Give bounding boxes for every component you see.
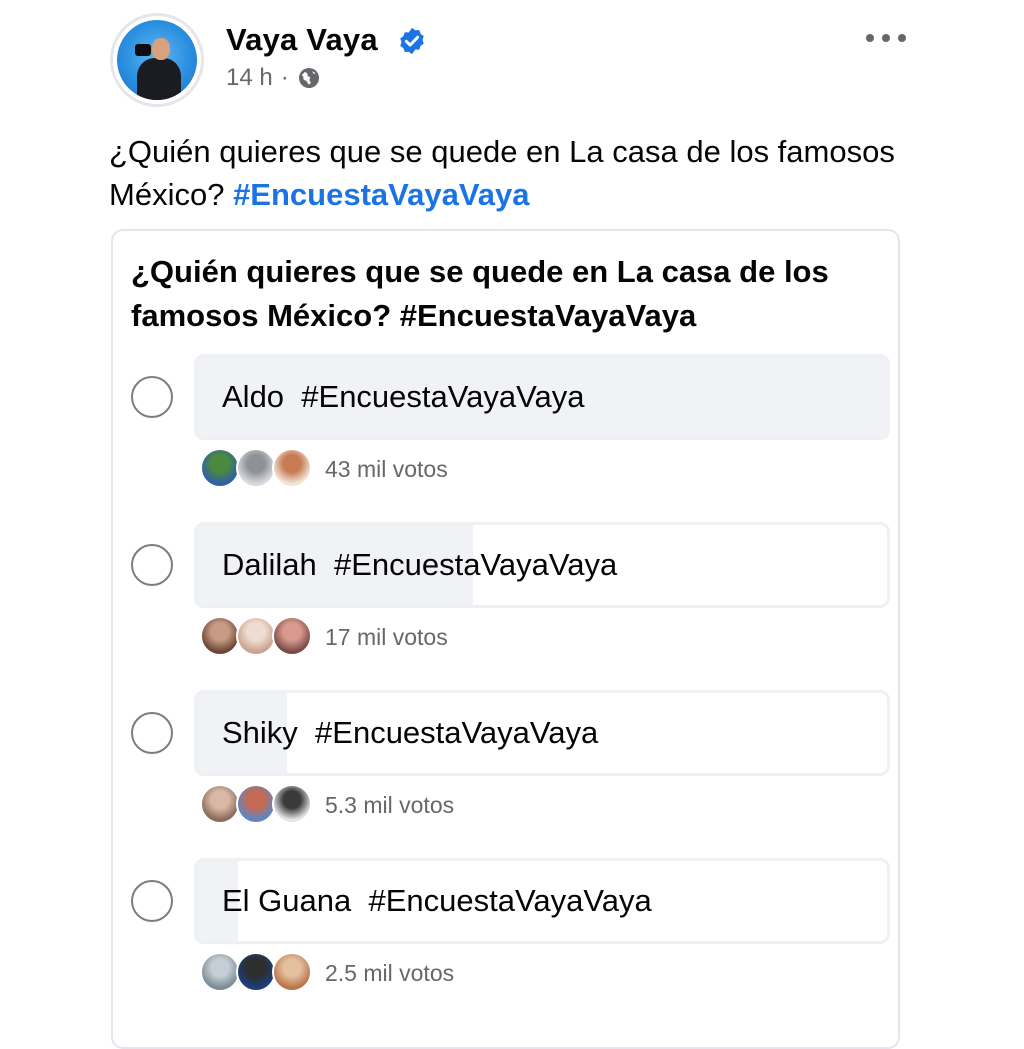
voter-avatar xyxy=(236,616,276,656)
voter-avatar xyxy=(200,616,240,656)
voter-avatar xyxy=(236,952,276,992)
meta-separator: · xyxy=(280,64,289,91)
poll-option-bar[interactable]: Dalilah #EncuestaVayaVaya xyxy=(194,522,890,608)
globe-icon xyxy=(298,68,319,88)
more-options-icon[interactable] xyxy=(866,26,906,50)
poll-option-label: Shiky #EncuestaVayaVaya xyxy=(222,715,599,750)
poll-option-bar[interactable]: Aldo #EncuestaVayaVaya xyxy=(194,354,890,440)
radio-button-icon[interactable] xyxy=(131,880,173,922)
radio-button-icon[interactable] xyxy=(131,376,173,418)
post-hashtag-link[interactable]: #EncuestaVayaVaya xyxy=(233,177,529,212)
avatar-image xyxy=(117,20,197,100)
post-meta: 14 h · xyxy=(226,64,321,92)
vote-count[interactable]: 43 mil votos xyxy=(325,456,448,483)
vote-count[interactable]: 17 mil votos xyxy=(325,624,448,651)
verified-badge-icon xyxy=(400,27,424,55)
post-time[interactable]: 14 h xyxy=(226,64,273,92)
voter-avatar xyxy=(200,952,240,992)
voter-avatar xyxy=(200,448,240,488)
voter-avatars[interactable] xyxy=(200,784,312,824)
post-text: ¿Quién quieres que se quede en La casa d… xyxy=(109,130,899,216)
profile-avatar[interactable] xyxy=(110,13,204,107)
voter-avatar xyxy=(272,448,312,488)
poll-option-label: Aldo #EncuestaVayaVaya xyxy=(222,379,585,414)
voter-avatar xyxy=(272,952,312,992)
poll-option-bar[interactable]: Shiky #EncuestaVayaVaya xyxy=(194,690,890,776)
poll-option-bar[interactable]: El Guana #EncuestaVayaVaya xyxy=(194,858,890,944)
voter-avatar xyxy=(272,616,312,656)
radio-button-icon[interactable] xyxy=(131,712,173,754)
voter-avatars[interactable] xyxy=(200,616,312,656)
voter-avatar xyxy=(236,784,276,824)
poll-question: ¿Quién quieres que se quede en La casa d… xyxy=(131,254,829,333)
voter-avatars[interactable] xyxy=(200,952,312,992)
voter-avatar xyxy=(272,784,312,824)
author-name[interactable]: Vaya Vaya xyxy=(226,22,378,58)
vote-count[interactable]: 5.3 mil votos xyxy=(325,792,454,819)
voter-avatars[interactable] xyxy=(200,448,312,488)
radio-button-icon[interactable] xyxy=(131,544,173,586)
voter-avatar xyxy=(200,784,240,824)
poll-option-label: Dalilah #EncuestaVayaVaya xyxy=(222,547,618,582)
poll-option-label: El Guana #EncuestaVayaVaya xyxy=(222,883,652,918)
vote-count[interactable]: 2.5 mil votos xyxy=(325,960,454,987)
voter-avatar xyxy=(236,448,276,488)
